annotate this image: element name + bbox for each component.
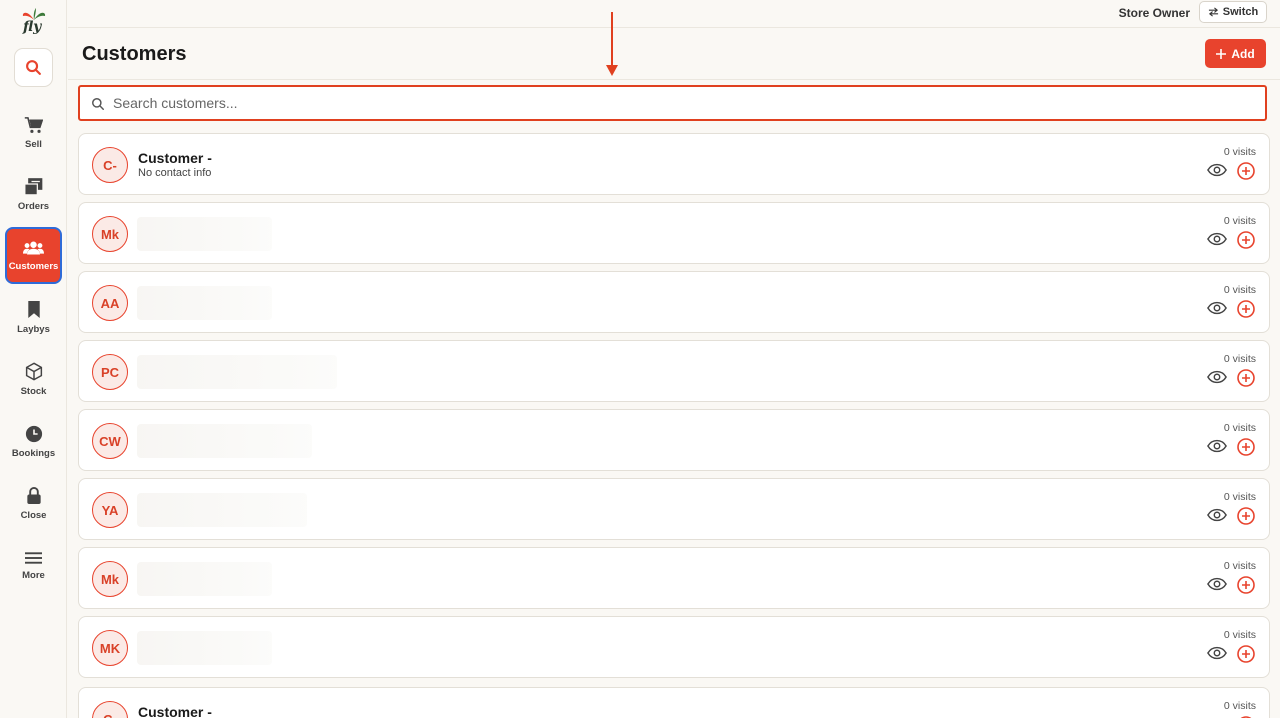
redacted-info (137, 424, 312, 458)
swap-icon (1208, 7, 1218, 17)
logo-text: fly (23, 19, 42, 35)
avatar: PC (92, 354, 128, 390)
redacted-info (137, 493, 307, 527)
plus-icon (1216, 48, 1227, 59)
add-circle-icon[interactable] (1237, 369, 1255, 387)
add-circle-icon[interactable] (1237, 438, 1255, 456)
eye-icon[interactable] (1207, 646, 1227, 660)
customer-row[interactable]: C- Customer - 0 visits (78, 687, 1270, 718)
add-circle-icon[interactable] (1237, 507, 1255, 525)
customer-row[interactable]: Mk 0 visits (78, 547, 1270, 609)
add-label: Add (1231, 46, 1255, 61)
avatar: CW (92, 423, 128, 459)
sidebar-item-label: Bookings (11, 447, 56, 459)
switch-user-button[interactable]: Switch (1199, 1, 1267, 23)
redacted-info (137, 631, 272, 665)
visit-count: 0 visits (1223, 422, 1256, 434)
sidebar-item-label: Close (20, 510, 47, 521)
avatar: C- (92, 701, 128, 718)
sidebar-item-label: Stock (20, 386, 47, 397)
clock-icon (25, 425, 42, 442)
visit-count: 0 visits (1223, 560, 1256, 572)
avatar: Mk (92, 561, 128, 597)
visit-count: 0 visits (1223, 146, 1256, 158)
visit-count: 0 visits (1223, 353, 1256, 365)
sidebar: fly Sell Orders Customers Laybys Stock B… (0, 0, 67, 718)
sidebar-item-sell[interactable]: Sell (5, 104, 62, 161)
search-input[interactable] (113, 87, 1253, 119)
visit-count: 0 visits (1223, 700, 1256, 712)
customer-row[interactable]: C- Customer - No contact info 0 visits (78, 133, 1270, 195)
sidebar-item-close[interactable]: Close (5, 475, 62, 532)
customer-row[interactable]: PC 0 visits (78, 340, 1270, 402)
eye-icon[interactable] (1207, 163, 1227, 177)
redacted-info (137, 286, 272, 320)
customer-row[interactable]: YA 0 visits (78, 478, 1270, 540)
users-icon (23, 241, 44, 254)
eye-icon[interactable] (1207, 301, 1227, 315)
search-box (78, 85, 1267, 121)
customer-row[interactable]: AA 0 visits (78, 271, 1270, 333)
avatar: C- (92, 147, 128, 183)
sidebar-item-bookings[interactable]: Bookings (5, 413, 62, 470)
menu-icon (25, 551, 42, 564)
eye-icon[interactable] (1207, 439, 1227, 453)
add-customer-button[interactable]: Add (1205, 39, 1266, 68)
header-divider (68, 79, 1280, 80)
sidebar-item-label: More (22, 569, 45, 581)
lock-icon (26, 486, 41, 505)
add-circle-icon[interactable] (1237, 231, 1255, 249)
sidebar-item-customers[interactable]: Customers (5, 227, 62, 284)
cart-icon (24, 116, 43, 133)
sidebar-item-more[interactable]: More (5, 537, 62, 594)
eye-icon[interactable] (1207, 508, 1227, 522)
avatar: AA (92, 285, 128, 321)
sidebar-item-laybys[interactable]: Laybys (5, 289, 62, 346)
add-circle-icon[interactable] (1237, 162, 1255, 180)
add-circle-icon[interactable] (1237, 300, 1255, 318)
add-circle-icon[interactable] (1237, 576, 1255, 594)
customer-name: Customer - (138, 150, 212, 166)
search-icon (26, 60, 41, 75)
sidebar-item-label: Sell (25, 138, 42, 150)
redacted-info (137, 217, 272, 251)
customer-row[interactable]: Mk 0 visits (78, 202, 1270, 264)
customer-row[interactable]: MK 0 visits (78, 616, 1270, 678)
box-icon (25, 362, 42, 381)
sidebar-item-label: Laybys (17, 324, 50, 335)
sidebar-item-stock[interactable]: Stock (5, 351, 62, 408)
redacted-info (137, 355, 337, 389)
sidebar-item-label: Orders (17, 201, 50, 212)
customer-contact: No contact info (138, 167, 212, 179)
add-circle-icon[interactable] (1237, 645, 1255, 663)
visit-count: 0 visits (1223, 491, 1256, 503)
page-title: Customers (82, 43, 187, 65)
sidebar-item-orders[interactable]: Orders (5, 166, 62, 223)
redacted-info (137, 562, 272, 596)
avatar: YA (92, 492, 128, 528)
search-icon (92, 98, 104, 110)
eye-icon[interactable] (1207, 577, 1227, 591)
customer-name: Customer - (138, 704, 212, 718)
avatar: Mk (92, 216, 128, 252)
switch-label: Switch (1222, 6, 1259, 18)
orders-icon (23, 178, 42, 196)
eye-icon[interactable] (1207, 370, 1227, 384)
visit-count: 0 visits (1223, 215, 1256, 227)
visit-count: 0 visits (1223, 284, 1256, 296)
avatar: MK (92, 630, 128, 666)
bookmark-icon (27, 300, 40, 319)
visit-count: 0 visits (1223, 629, 1256, 641)
top-bar: Store Owner Switch (68, 0, 1280, 28)
sidebar-item-label: Customers (8, 260, 59, 272)
eye-icon[interactable] (1207, 232, 1227, 246)
customer-row[interactable]: CW 0 visits (78, 409, 1270, 471)
sidebar-search-button[interactable] (14, 48, 53, 87)
annotation-arrow-icon (606, 12, 618, 76)
user-role: Store Owner (1118, 6, 1190, 20)
